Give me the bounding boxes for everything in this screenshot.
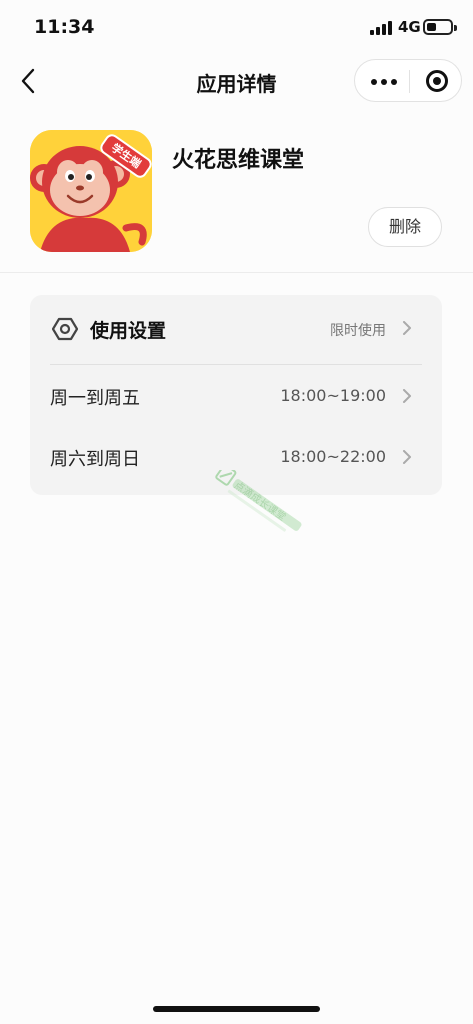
signal-icon bbox=[370, 21, 392, 35]
watermark-logo: 点滴成长课堂 bbox=[215, 470, 302, 532]
schedule-row-weekdays[interactable]: 周一到周五 18:00~19:00 bbox=[30, 372, 442, 420]
more-icon[interactable] bbox=[371, 79, 397, 85]
close-target-icon[interactable] bbox=[426, 70, 448, 92]
card-divider bbox=[50, 364, 422, 365]
chevron-right-icon bbox=[403, 450, 411, 464]
app-icon: 学生端 bbox=[30, 130, 152, 252]
delete-button[interactable]: 删除 bbox=[368, 207, 442, 247]
section-divider bbox=[0, 272, 473, 273]
schedule-time: 18:00~22:00 bbox=[280, 447, 386, 466]
battery-icon bbox=[423, 19, 457, 35]
schedule-time: 18:00~19:00 bbox=[280, 386, 386, 405]
usage-mode-value: 限时使用 bbox=[330, 323, 386, 339]
chevron-right-icon bbox=[403, 321, 411, 335]
screen: 11:34 4G 应用详情 学生端 火花思维课堂 删除 使用设置 限时使用 周一… bbox=[0, 0, 473, 1024]
status-time: 11:34 bbox=[34, 16, 95, 38]
network-type: 4G bbox=[398, 18, 421, 36]
schedule-label: 周一到周五 bbox=[50, 388, 140, 409]
monkey-logo-icon: 学生端 bbox=[30, 130, 152, 252]
mini-program-capsule bbox=[354, 59, 462, 102]
hexagon-settings-icon bbox=[52, 317, 78, 341]
usage-settings-label: 使用设置 bbox=[90, 320, 167, 342]
usage-settings-card: 使用设置 限时使用 周一到周五 18:00~19:00 周六到周日 18:00~… bbox=[30, 295, 442, 495]
schedule-label: 周六到周日 bbox=[50, 449, 140, 470]
app-name: 火花思维课堂 bbox=[172, 148, 305, 173]
usage-settings-row[interactable]: 使用设置 限时使用 bbox=[30, 304, 442, 352]
capsule-divider bbox=[409, 70, 410, 93]
chevron-right-icon bbox=[403, 389, 411, 403]
home-indicator[interactable] bbox=[153, 1006, 320, 1012]
